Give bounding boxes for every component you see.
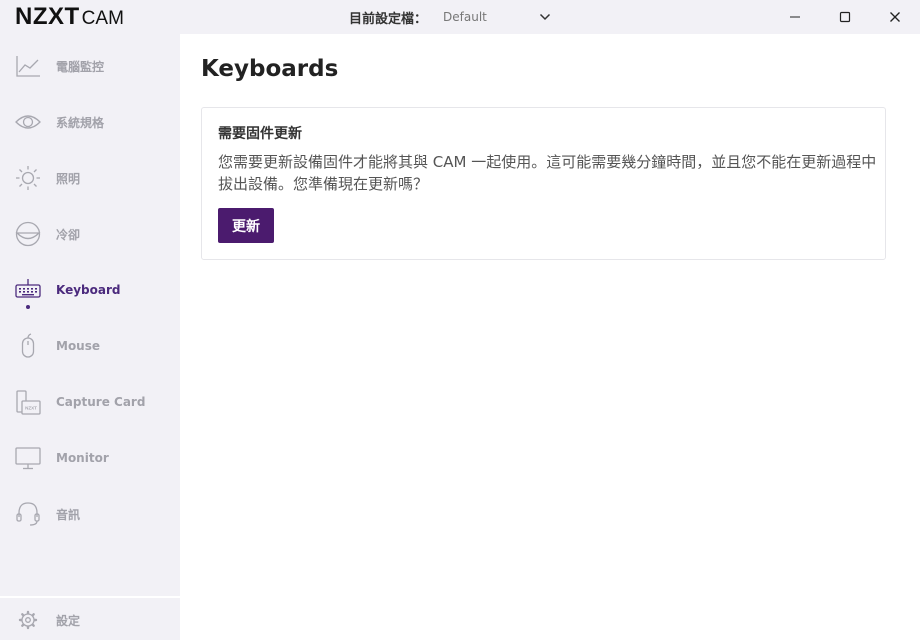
active-indicator	[26, 305, 30, 309]
sidebar-item-label: 電腦監控	[56, 59, 105, 74]
maximize-icon	[839, 11, 851, 23]
profile-label: 目前設定檔：	[349, 11, 428, 27]
sidebar-item-label: Monitor	[56, 451, 109, 465]
card-message: 您需要更新設備固件才能將其與 CAM 一起使用。這可能需要幾分鐘時間，並且您不能…	[218, 153, 877, 193]
title-bar: NZXT CAM 目前設定檔： Default	[0, 0, 920, 34]
line-chart-icon	[16, 56, 40, 77]
sidebar-item-label: 設定	[56, 613, 81, 628]
close-icon	[890, 12, 900, 22]
maximize-button[interactable]	[820, 0, 870, 34]
fan-icon	[15, 221, 41, 247]
profile-dropdown[interactable]: Default	[443, 8, 551, 26]
sidebar-item-mouse[interactable]: Mouse	[0, 326, 180, 366]
page-title: Keyboards	[201, 56, 339, 82]
update-button[interactable]: 更新	[218, 208, 274, 243]
firmware-update-card: 需要固件更新 您需要更新設備固件才能將其與 CAM 一起使用。這可能需要幾分鐘時…	[201, 107, 886, 260]
sidebar-item-cooling[interactable]: 冷卻	[0, 214, 180, 254]
logo-brand: NZXT	[15, 3, 80, 30]
sun-icon	[16, 166, 40, 190]
sidebar-item-label: 系統規格	[56, 115, 105, 130]
sidebar-item-label: 冷卻	[56, 227, 81, 242]
sidebar-item-label: Keyboard	[56, 283, 121, 297]
profile-value: Default	[443, 10, 487, 24]
sidebar-item-audio[interactable]: 音訊	[0, 494, 180, 534]
close-button[interactable]	[870, 0, 920, 34]
keyboard-icon	[15, 279, 41, 298]
nzxt-cam-window: NZXT CAM 目前設定檔： Default 電腦監控 系統規格 照明 冷卻 …	[0, 0, 920, 640]
headset-icon	[16, 502, 40, 526]
sidebar: 電腦監控 系統規格 照明 冷卻 Keyboard Mouse NZXT Capt…	[0, 34, 180, 640]
mouse-icon	[21, 333, 35, 358]
sidebar-item-label: 音訊	[56, 507, 81, 522]
eye-icon	[15, 115, 41, 129]
sidebar-item-capture-card[interactable]: NZXT Capture Card	[0, 382, 180, 422]
minimize-button[interactable]	[770, 0, 820, 34]
sidebar-item-label: 照明	[56, 171, 81, 186]
sidebar-item-keyboard[interactable]: Keyboard	[0, 270, 180, 310]
svg-text:NZXT: NZXT	[25, 406, 37, 411]
card-title: 需要固件更新	[218, 126, 302, 142]
gear-icon	[18, 610, 38, 630]
chevron-down-icon	[539, 13, 551, 21]
sidebar-item-settings[interactable]: 設定	[0, 600, 180, 640]
sidebar-item-lighting[interactable]: 照明	[0, 158, 180, 198]
sidebar-item-system-specs[interactable]: 系統規格	[0, 102, 180, 142]
monitor-icon	[15, 447, 41, 470]
minimize-icon	[790, 16, 800, 18]
sidebar-item-label: Mouse	[56, 339, 101, 353]
sidebar-divider	[0, 596, 180, 598]
main-content: Keyboards 需要固件更新 您需要更新設備固件才能將其與 CAM 一起使用…	[180, 34, 920, 640]
app-logo: NZXT CAM	[15, 3, 124, 30]
capture-card-icon: NZXT	[16, 390, 41, 415]
logo-product: CAM	[81, 8, 124, 29]
sidebar-item-monitoring[interactable]: 電腦監控	[0, 46, 180, 86]
sidebar-item-label: Capture Card	[56, 395, 146, 409]
sidebar-item-monitor[interactable]: Monitor	[0, 438, 180, 478]
profile-selector: 目前設定檔： Default	[349, 8, 551, 27]
